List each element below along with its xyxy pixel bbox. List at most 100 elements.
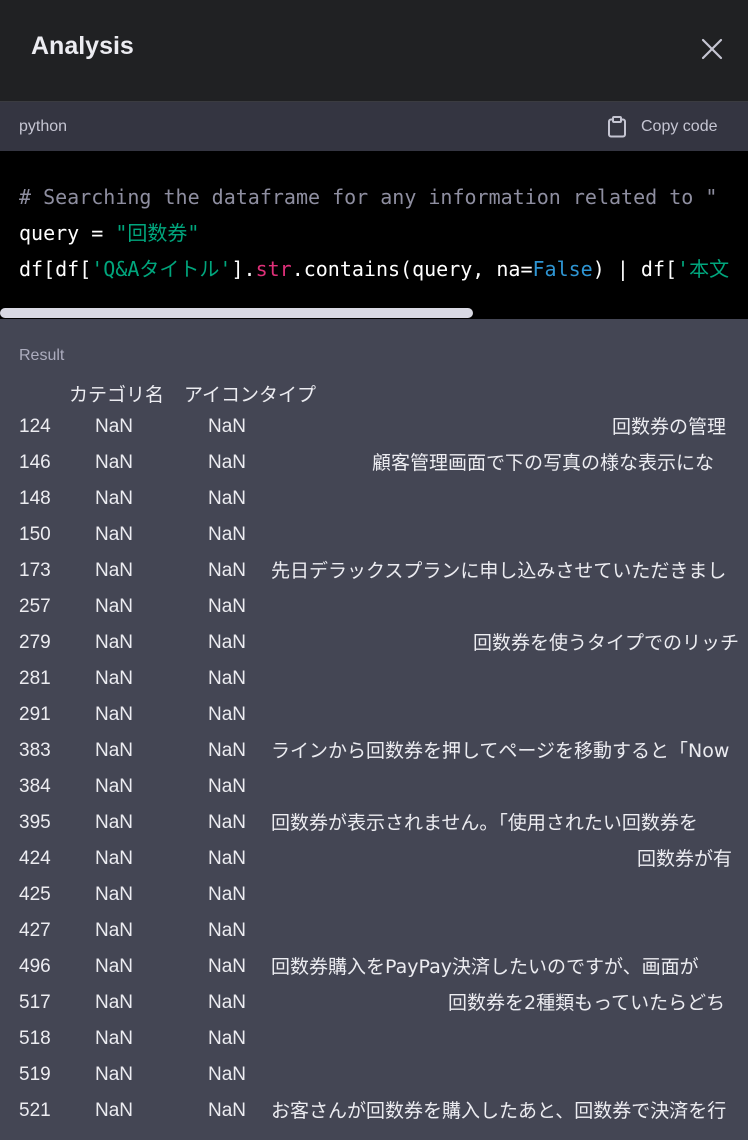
column-header-category: カテゴリ名 (69, 384, 165, 406)
clipboard-icon (608, 116, 626, 138)
code-block[interactable]: # Searching the dataframe for any inform… (0, 151, 748, 319)
table-row: 291 NaN NaN (0, 697, 748, 733)
cell-category: NaN (95, 848, 134, 869)
code-toolbar: python Copy code (0, 102, 748, 151)
modal-title: Analysis (31, 32, 134, 60)
cell-icon-type: NaN (208, 920, 247, 941)
cell-icon-type: NaN (208, 1100, 247, 1121)
cell-text: お客さんが回数券を購入したあと、回数券で決済を行 (271, 1100, 727, 1122)
row-index: 496 (19, 956, 51, 977)
table-row: 279 NaN NaN 回数券を使うタイプでのリッチ (0, 625, 748, 661)
cell-icon-type: NaN (208, 632, 247, 653)
table-row: 124 NaN NaN 回数券の管理 (0, 409, 748, 445)
table-row: 496 NaN NaN 回数券購入をPayPay決済したいのですが、画面が (0, 949, 748, 985)
cell-icon-type: NaN (208, 524, 247, 545)
code-string: '本文 (677, 257, 730, 281)
table-row: 517 NaN NaN 回数券を2種類もっていたらどち (0, 985, 748, 1021)
cell-text: 回数券を2種類もっていたらどち (448, 992, 726, 1014)
cell-icon-type: NaN (208, 884, 247, 905)
cell-icon-type: NaN (208, 596, 247, 617)
row-index: 257 (19, 596, 51, 617)
result-label: Result (19, 347, 65, 364)
row-index: 148 (19, 488, 51, 509)
row-index: 281 (19, 668, 51, 689)
cell-icon-type: NaN (208, 704, 247, 725)
code-token: ) | df[ (592, 257, 678, 281)
table-row: 384 NaN NaN (0, 769, 748, 805)
table-row: 518 NaN NaN (0, 1021, 748, 1057)
cell-icon-type: NaN (208, 560, 247, 581)
cell-category: NaN (95, 1100, 134, 1121)
cell-text: 先日デラックスプランに申し込みさせていただきまし (271, 560, 727, 582)
cell-icon-type: NaN (208, 416, 247, 437)
row-index: 173 (19, 560, 51, 581)
cell-icon-type: NaN (208, 1064, 247, 1085)
cell-text: ラインから回数券を押してページを移動すると「Now (271, 740, 730, 762)
cell-category: NaN (95, 776, 134, 797)
cell-text: 顧客管理画面で下の写真の様な表示にな (372, 452, 715, 474)
cell-icon-type: NaN (208, 668, 247, 689)
table-row: 146 NaN NaN 顧客管理画面で下の写真の様な表示にな (0, 445, 748, 481)
code-token: query = (19, 221, 116, 245)
cell-icon-type: NaN (208, 488, 247, 509)
cell-category: NaN (95, 1028, 134, 1049)
cell-category: NaN (95, 1064, 134, 1085)
cell-category: NaN (95, 632, 134, 653)
code-string: "回数券" (115, 221, 200, 245)
cell-category: NaN (95, 416, 134, 437)
row-index: 124 (19, 416, 51, 437)
cell-icon-type: NaN (208, 776, 247, 797)
code-language-label: python (19, 118, 68, 135)
cell-category: NaN (95, 884, 134, 905)
row-index: 521 (19, 1100, 51, 1121)
row-index: 383 (19, 740, 51, 761)
table-row: 521 NaN NaN お客さんが回数券を購入したあと、回数券で決済を行 (0, 1093, 748, 1129)
cell-category: NaN (95, 992, 134, 1013)
cell-icon-type: NaN (208, 452, 247, 473)
cell-category: NaN (95, 704, 134, 725)
cell-text: 回数券が表示されません。「使用されたい回数券を (271, 812, 698, 834)
row-index: 146 (19, 452, 51, 473)
row-index: 424 (19, 848, 51, 869)
copy-code-button[interactable]: Copy code (607, 115, 718, 139)
cell-icon-type: NaN (208, 992, 247, 1013)
table-row: 281 NaN NaN (0, 661, 748, 697)
code-attribute: str (255, 257, 292, 281)
row-index: 150 (19, 524, 51, 545)
table-row: 425 NaN NaN (0, 877, 748, 913)
code-keyword: False (532, 257, 593, 281)
code-token: .contains(query, na= (291, 257, 533, 281)
code-scrollbar-thumb[interactable] (0, 308, 473, 318)
cell-category: NaN (95, 920, 134, 941)
result-panel: Result カテゴリ名 アイコンタイプ 124 NaN NaN 回数券の管理 146 N… (0, 319, 748, 1140)
row-index: 517 (19, 992, 51, 1013)
cell-category: NaN (95, 596, 134, 617)
table-row: 395 NaN NaN 回数券が表示されません。「使用されたい回数券を (0, 805, 748, 841)
table-row: 257 NaN NaN (0, 589, 748, 625)
row-index: 427 (19, 920, 51, 941)
table-row: 427 NaN NaN (0, 913, 748, 949)
row-index: 518 (19, 1028, 51, 1049)
row-index: 384 (19, 776, 51, 797)
table-row: 150 NaN NaN (0, 517, 748, 553)
cell-category: NaN (95, 560, 134, 581)
table-row: 173 NaN NaN 先日デラックスプランに申し込みさせていただきまし (0, 553, 748, 589)
row-index: 425 (19, 884, 51, 905)
code-string: 'Q&Aタイトル' (91, 257, 232, 281)
cell-category: NaN (95, 740, 134, 761)
row-index: 395 (19, 812, 51, 833)
column-header-icon-type: アイコンタイプ (184, 384, 317, 406)
close-icon (701, 38, 723, 60)
close-button[interactable] (699, 36, 725, 62)
code-token: df[df[ (19, 257, 92, 281)
cell-icon-type: NaN (208, 956, 247, 977)
code-token: ]. (231, 257, 256, 281)
cell-category: NaN (95, 812, 134, 833)
cell-icon-type: NaN (208, 740, 247, 761)
cell-category: NaN (95, 524, 134, 545)
cell-text: 回数券購入をPayPay決済したいのですが、画面が (271, 956, 699, 978)
copy-code-label: Copy code (641, 118, 718, 135)
cell-text: 回数券が有 (637, 848, 733, 870)
cell-text: 回数券を使うタイプでのリッチ (473, 632, 740, 654)
table-row: 383 NaN NaN ラインから回数券を押してページを移動すると「Now (0, 733, 748, 769)
